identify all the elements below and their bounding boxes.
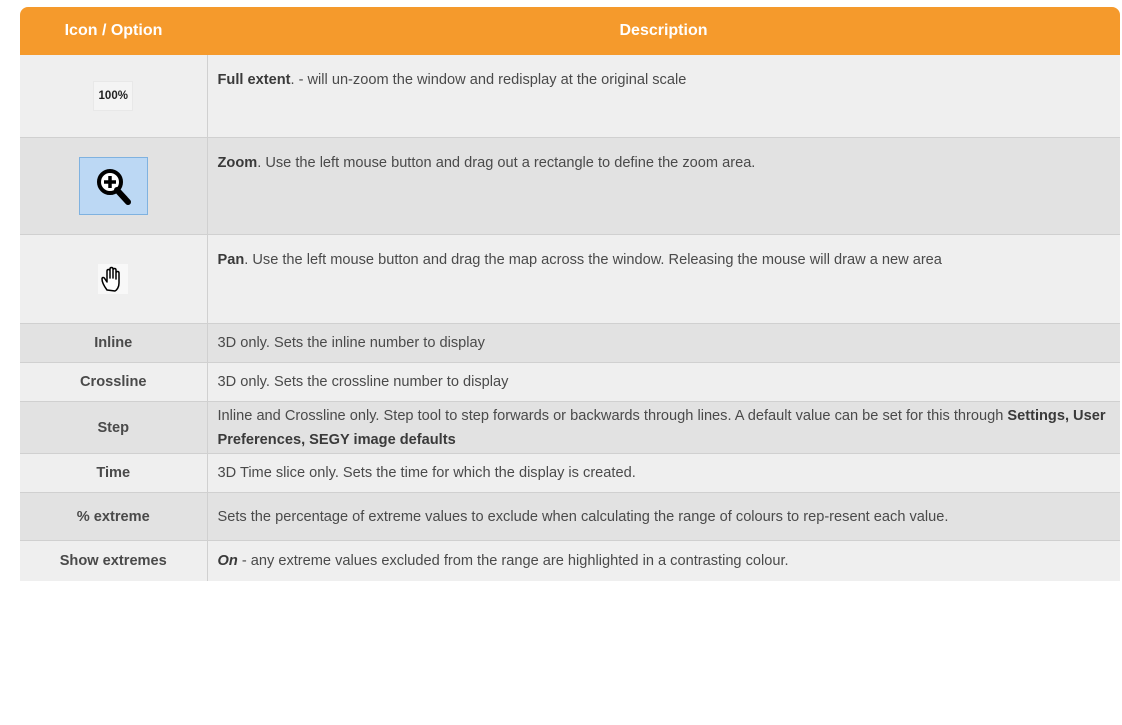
table-row: Inline 3D only. Sets the inline number t… xyxy=(20,323,1120,363)
option-step: Step xyxy=(20,401,208,454)
full-extent-icon[interactable]: 100% xyxy=(93,81,134,111)
row-description: Full extent. - will un-zoom the window a… xyxy=(207,55,1120,138)
table-row: Zoom. Use the left mouse button and drag… xyxy=(20,137,1120,235)
row-description: On - any extreme values excluded from th… xyxy=(207,540,1120,581)
zoom-icon[interactable] xyxy=(78,157,148,215)
table-row: Pan. Use the left mouse button and drag … xyxy=(20,234,1120,324)
table-row: Step Inline and Crossline only. Step too… xyxy=(20,401,1120,454)
table-row: Crossline 3D only. Sets the crossline nu… xyxy=(20,362,1120,402)
row-description: Inline and Crossline only. Step tool to … xyxy=(207,401,1120,454)
term: Zoom xyxy=(217,155,258,171)
term: On xyxy=(217,553,238,569)
row-description: 3D only. Sets the inline number to displ… xyxy=(207,323,1120,363)
row-description: 3D only. Sets the crossline number to di… xyxy=(207,362,1120,402)
table-row: Show extremes On - any extreme values ex… xyxy=(20,540,1120,581)
option-crossline: Crossline xyxy=(20,362,208,402)
term: Full extent xyxy=(217,72,291,88)
term: Pan xyxy=(217,252,245,268)
row-description: 3D Time slice only. Sets the time for wh… xyxy=(207,453,1120,493)
table-header: Icon / Option Description xyxy=(20,7,1120,55)
pan-hand-icon[interactable] xyxy=(98,264,129,294)
table-row: % extreme Sets the percentage of extreme… xyxy=(20,492,1120,541)
header-description: Description xyxy=(207,7,1120,55)
table-row: 100% Full extent. - will un-zoom the win… xyxy=(20,55,1120,138)
option-time: Time xyxy=(20,453,208,493)
row-description: Zoom. Use the left mouse button and drag… xyxy=(207,137,1120,235)
header-icon-option: Icon / Option xyxy=(20,7,207,55)
options-table: Icon / Option Description 100% Full exte… xyxy=(20,7,1120,581)
option-inline: Inline xyxy=(20,323,208,363)
table-row: Time 3D Time slice only. Sets the time f… xyxy=(20,453,1120,493)
option-show-extremes: Show extremes xyxy=(20,540,208,581)
row-description: Pan. Use the left mouse button and drag … xyxy=(207,234,1120,324)
row-description: Sets the percentage of extreme values to… xyxy=(207,492,1120,541)
option-percent-extreme: % extreme xyxy=(20,492,208,541)
